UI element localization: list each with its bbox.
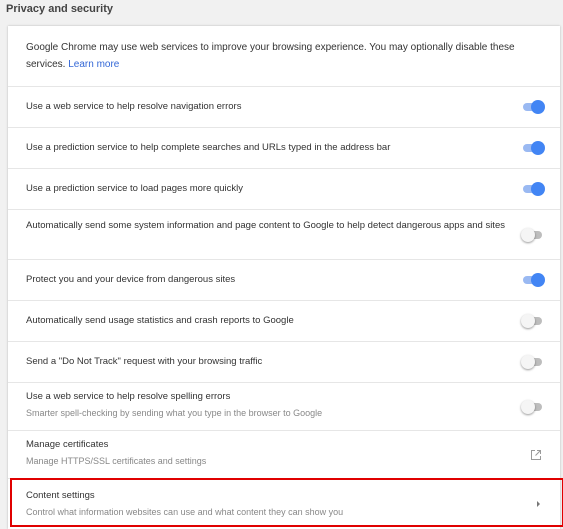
setting-row-preload-pages[interactable]: Use a prediction service to load pages m… — [8, 168, 560, 209]
section-title: Privacy and security — [6, 3, 114, 15]
manage-certificates-sublabel: Manage HTTPS/SSL certificates and settin… — [26, 456, 207, 466]
toggle-switch[interactable] — [521, 141, 545, 155]
toggle-switch[interactable] — [521, 182, 545, 196]
toggle-switch[interactable] — [521, 400, 545, 414]
toggle-switch[interactable] — [521, 355, 545, 369]
privacy-card: Google Chrome may use web services to im… — [8, 26, 563, 529]
setting-label: Use a prediction service to load pages m… — [26, 183, 244, 194]
setting-row-navigation-errors[interactable]: Use a web service to help resolve naviga… — [8, 86, 560, 127]
setting-row-safe-browsing-extended[interactable]: Automatically send some system informati… — [8, 209, 560, 259]
content-settings-highlight — [10, 478, 563, 527]
manage-certificates-row[interactable]: Manage certificates Manage HTTPS/SSL cer… — [8, 430, 560, 478]
learn-more-link[interactable]: Learn more — [68, 59, 119, 70]
setting-label: Use a web service to help resolve spelli… — [26, 391, 231, 402]
setting-row-usage-statistics[interactable]: Automatically send usage statistics and … — [8, 300, 560, 341]
intro-text: Google Chrome may use web services to im… — [26, 39, 556, 73]
setting-sublabel: Smarter spell-checking by sending what y… — [26, 408, 323, 418]
setting-row-search-predictions[interactable]: Use a prediction service to help complet… — [8, 127, 560, 168]
toggle-switch[interactable] — [521, 228, 545, 242]
setting-label: Use a web service to help resolve naviga… — [26, 101, 242, 112]
setting-label: Send a "Do Not Track" request with your … — [26, 356, 263, 367]
setting-label: Automatically send usage statistics and … — [26, 315, 294, 326]
setting-label: Protect you and your device from dangero… — [26, 274, 236, 285]
setting-label: Automatically send some system informati… — [26, 220, 505, 231]
setting-row-do-not-track[interactable]: Send a "Do Not Track" request with your … — [8, 341, 560, 382]
toggle-switch[interactable] — [521, 273, 545, 287]
setting-row-spelling-errors[interactable]: Use a web service to help resolve spelli… — [8, 382, 560, 430]
toggle-switch[interactable] — [521, 314, 545, 328]
toggle-switch[interactable] — [521, 100, 545, 114]
external-link-icon[interactable] — [530, 449, 542, 461]
manage-certificates-label: Manage certificates — [26, 439, 109, 450]
setting-label: Use a prediction service to help complet… — [26, 142, 391, 153]
setting-row-dangerous-sites[interactable]: Protect you and your device from dangero… — [8, 259, 560, 300]
